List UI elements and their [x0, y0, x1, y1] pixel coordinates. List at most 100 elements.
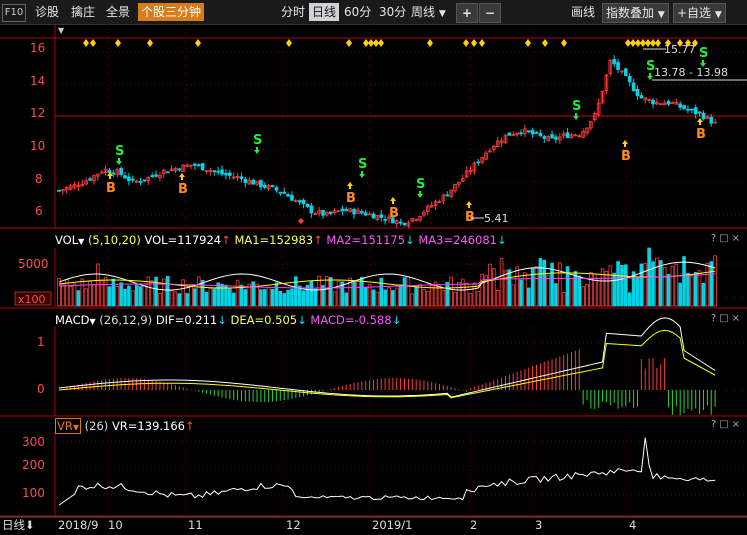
candle-body [651, 99, 655, 105]
kline-chart[interactable]: B BBB BBBSSSSSSS 15.77 5.41 13.78 - 13.98 … [0, 0, 747, 535]
volume-bar [177, 293, 182, 307]
volume-bar [561, 292, 566, 307]
chevron-down-icon[interactable]: ▼ [78, 237, 84, 246]
candle-body [165, 171, 170, 174]
sell-signal: S [115, 144, 124, 159]
arrow-down-icon: ↓ [391, 313, 402, 327]
arrow-down-icon: ↓ [497, 233, 507, 247]
candle-body [363, 212, 368, 216]
arrow-up-icon [347, 182, 353, 189]
chevron-down-icon[interactable]: ▼ [89, 317, 95, 326]
volume-bar [243, 289, 248, 307]
volume-bar [658, 260, 663, 307]
volume-bar [499, 257, 504, 307]
volume-bar [592, 273, 597, 307]
volume-bar [445, 282, 450, 307]
chevron-down-icon: ▼ [72, 423, 80, 432]
volume-bar [655, 257, 659, 307]
price-tick: 10 [30, 139, 45, 153]
candle-body [666, 100, 671, 105]
volume-ma2: MA2=151175 [326, 233, 406, 247]
macd-dea-line [58, 329, 716, 399]
volume-bar [220, 283, 224, 307]
volume-bar [111, 278, 116, 307]
sell-signal: S [416, 177, 425, 192]
period-indicator[interactable]: 日线⬇ [2, 516, 35, 534]
volume-bar [72, 283, 77, 307]
volume-bar [426, 290, 430, 307]
volume-bar [68, 286, 73, 307]
range-label: 13.78 - 13.98 [654, 66, 728, 79]
volume-bar [604, 271, 609, 307]
volume-bar [429, 285, 434, 307]
volume-unit: x100 [18, 293, 46, 306]
volume-bar [701, 282, 706, 307]
candle-body [177, 168, 182, 171]
volume-bar [616, 261, 620, 307]
volume-bar [507, 269, 512, 307]
vr-value: VR=139.166 [111, 419, 185, 433]
arrow-up-icon: ↑ [313, 233, 323, 247]
macd-params: (26,12,9) [99, 313, 153, 327]
signal-marker [90, 39, 96, 47]
volume-bar [639, 263, 644, 307]
top-signal-markers [83, 39, 698, 224]
candle-body [119, 167, 123, 175]
volume-bar [262, 289, 267, 307]
candle-body [612, 59, 616, 65]
signal-marker [655, 39, 661, 47]
volume-axis: 5000 [18, 257, 49, 271]
volume-bar [492, 268, 496, 307]
volume-indicator-name[interactable]: VOL [55, 233, 78, 247]
signal-marker [525, 39, 531, 47]
vr-panel-controls[interactable]: ?□× [711, 419, 743, 430]
volume-bar [460, 278, 465, 307]
volume-bar [476, 291, 481, 307]
volume-bar [84, 288, 88, 307]
volume-bar [239, 284, 244, 307]
date-label: 12 [286, 518, 301, 532]
volume-bar [259, 289, 263, 307]
macd-indicator-name[interactable]: MACD [55, 313, 89, 327]
candle-body [534, 131, 539, 134]
sell-signal: S [253, 133, 262, 148]
volume-bar [624, 264, 628, 307]
volume-bar [216, 282, 220, 307]
price-tick: 8 [35, 172, 43, 186]
arrow-up-icon: ↑ [221, 233, 231, 247]
macd-panel-controls[interactable]: ?□× [711, 313, 743, 324]
volume-bar [526, 287, 531, 307]
candle-body [690, 108, 694, 111]
volume-bar [627, 292, 632, 307]
arrow-up-icon [390, 197, 396, 204]
volume-bar [484, 275, 488, 307]
signal-marker [298, 218, 304, 224]
candle-body [228, 172, 232, 176]
candle-body [130, 178, 135, 181]
arrow-down-icon [254, 147, 260, 154]
arrow-down-icon [573, 113, 579, 120]
volume-tick: 5000 [18, 257, 49, 271]
volume-bar [193, 288, 197, 307]
volume-bar [511, 284, 516, 307]
volume-bar [297, 285, 302, 307]
volume-bar [670, 265, 675, 307]
candle-body [270, 185, 275, 188]
volume-bar [379, 277, 384, 307]
sell-signal: S [572, 99, 581, 114]
volume-bar [581, 286, 585, 307]
candle-body [200, 163, 205, 171]
volume-bar [142, 285, 147, 307]
buy-signal: B [621, 149, 631, 164]
candle-body [328, 211, 333, 214]
volume-bar [99, 279, 104, 307]
vr-indicator-dropdown[interactable]: VR▼ [55, 418, 82, 434]
signal-marker [195, 39, 201, 47]
volume-bar [375, 291, 380, 307]
volume-bar [76, 290, 81, 307]
volume-panel-controls[interactable]: ?□× [711, 233, 743, 244]
candle-body [274, 187, 279, 191]
volume-bar [457, 282, 461, 307]
macd-dif: DIF=0.211 [155, 313, 218, 327]
candle-body [290, 194, 294, 201]
